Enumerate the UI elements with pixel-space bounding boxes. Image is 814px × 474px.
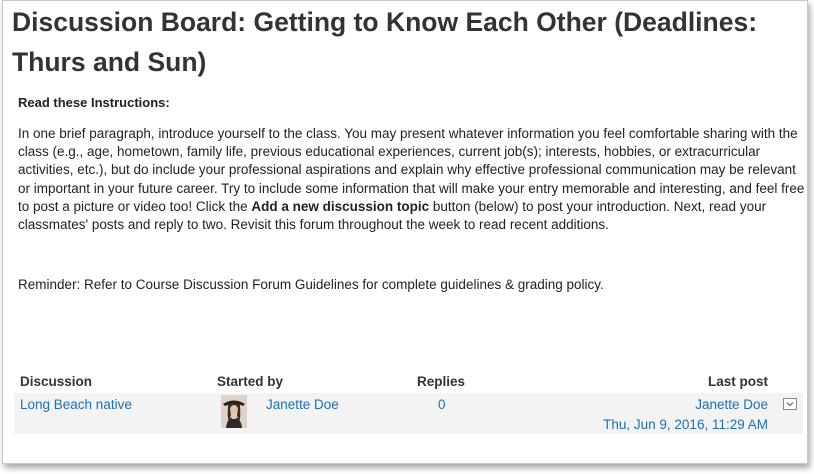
row-menu-dropdown-icon[interactable] xyxy=(783,398,797,410)
discussion-link[interactable]: Long Beach native xyxy=(20,397,132,412)
reminder-text: Reminder: Refer to Course Discussion For… xyxy=(18,277,604,292)
instructions-paragraph: In one brief paragraph, introduce yourse… xyxy=(18,125,808,234)
last-post-author-link[interactable]: Janette Doe xyxy=(695,397,768,412)
column-header-last-post: Last post xyxy=(707,374,768,389)
chevron-down-icon xyxy=(786,402,794,407)
column-header-replies: Replies xyxy=(417,374,466,389)
last-post-date-link[interactable]: Thu, Jun 9, 2016, 11:29 AM xyxy=(603,417,768,432)
avatar-portrait-icon xyxy=(221,395,247,428)
replies-count-link[interactable]: 0 xyxy=(438,397,446,412)
column-header-discussion: Discussion xyxy=(20,374,93,389)
user-avatar-icon[interactable] xyxy=(221,395,247,428)
add-topic-emphasis: Add a new discussion topic xyxy=(251,198,430,214)
started-by-link[interactable]: Janette Doe xyxy=(266,397,339,412)
page-title: Discussion Board: Getting to Know Each O… xyxy=(12,7,758,77)
column-header-started-by: Started by xyxy=(217,374,284,389)
instructions-heading: Read these Instructions: xyxy=(18,95,170,110)
